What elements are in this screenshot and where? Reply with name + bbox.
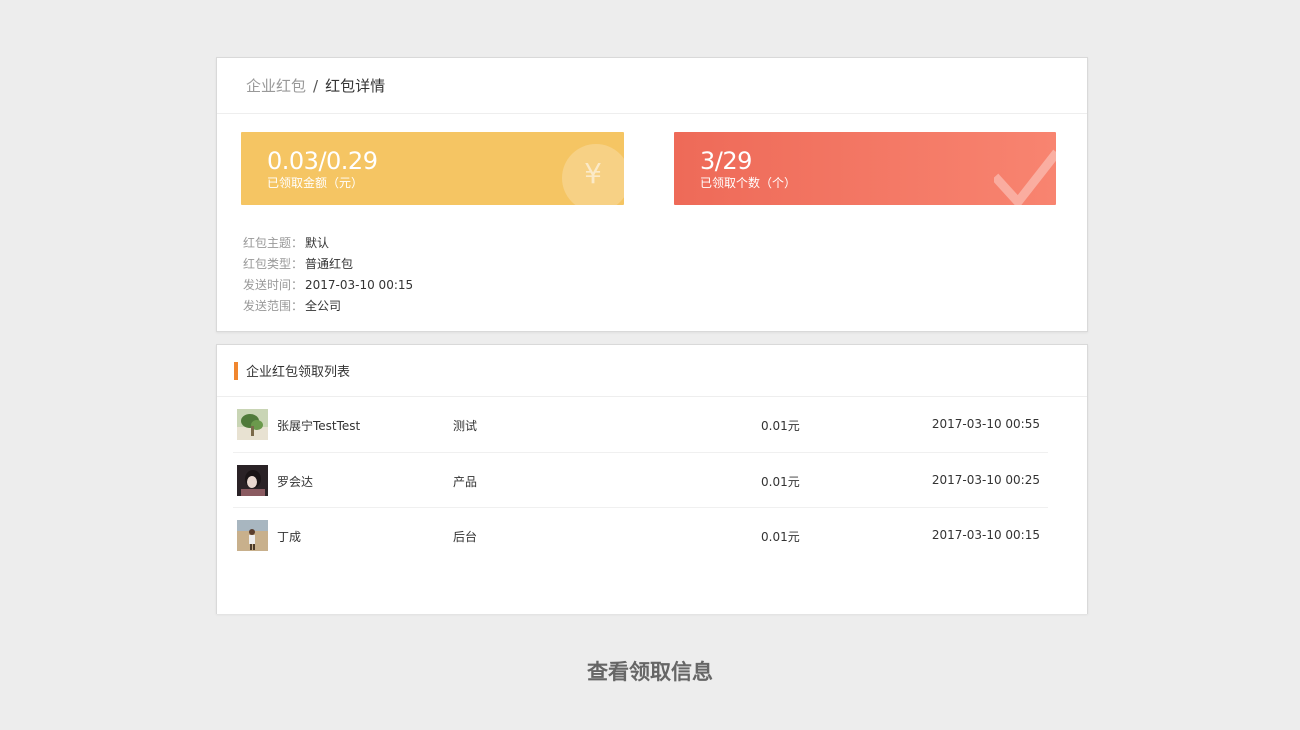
claimed-amount-value: 0.03/0.29 [267,147,378,175]
avatar [237,409,268,440]
avatar [237,464,268,496]
claimer-name: 张展宁TestTest [277,419,361,433]
info-key: 发送范围： [243,299,304,313]
claim-time: 2017-03-10 00:25 [931,472,1040,487]
yuan-coin-icon: ¥ [562,144,624,205]
info-row-type: 红包类型： 普通红包 [243,254,413,275]
claim-list: 张展宁TestTest 测试 0.01元 2017-03-10 00:55 罗会… [233,397,1048,564]
claimer-department: 产品 [453,474,478,489]
breadcrumb: 企业红包 / 红包详情 [217,58,1087,114]
info-key: 发送时间： [243,278,304,292]
claimer-name: 罗会达 [277,474,314,489]
table-row: 丁成 后台 0.01元 2017-03-10 00:15 [233,508,1048,564]
table-row: 罗会达 产品 0.01元 2017-03-10 00:25 [233,453,1048,508]
info-key: 红包主题： [243,236,304,250]
avatar [237,520,268,551]
info-value: 普通红包 [305,257,354,271]
claimed-amount-card: 0.03/0.29 已领取金额（元） ¥ [241,132,624,205]
red-packet-detail-panel: 企业红包 / 红包详情 0.03/0.29 已领取金额（元） ¥ 3/29 已领… [216,57,1088,332]
info-key: 红包类型： [243,257,304,271]
claimed-count-value: 3/29 [700,147,752,175]
claim-time: 2017-03-10 00:55 [931,417,1040,431]
claim-time: 2017-03-10 00:15 [931,528,1040,542]
info-value: 默认 [305,236,330,250]
breadcrumb-current: 红包详情 [325,77,386,95]
breadcrumb-root-link[interactable]: 企业红包 [246,75,306,96]
claimer-department: 测试 [453,419,478,433]
claimed-count-label: 已领取个数（个） [700,176,797,190]
claimed-count-card: 3/29 已领取个数（个） [674,132,1056,205]
claim-list-header: 企业红包领取列表 [217,345,1087,397]
info-row-theme: 红包主题： 默认 [243,233,413,254]
info-row-scope: 发送范围： 全公司 [243,296,413,317]
info-value: 2017-03-10 00:15 [305,278,414,292]
info-row-time: 发送时间： 2017-03-10 00:15 [243,275,413,296]
claimed-amount: 0.01元 [761,474,800,489]
accent-bar [234,361,238,380]
claimed-amount-label: 已领取金额（元） [267,176,364,190]
claim-list-panel: 企业红包领取列表 张展宁TestTest 测试 0.01元 2017-03-10… [216,344,1088,614]
claimed-amount: 0.01元 [761,419,800,433]
packet-info: 红包主题： 默认 红包类型： 普通红包 发送时间： 2017-03-10 00:… [243,233,413,317]
breadcrumb-separator: / [313,76,319,95]
page-caption: 查看领取信息 [587,660,713,684]
claim-list-title: 企业红包领取列表 [246,365,351,380]
info-value: 全公司 [305,299,342,313]
claimer-name: 丁成 [277,530,302,544]
check-icon [994,149,1056,205]
yuan-glyph: ¥ [584,156,602,190]
claimer-department: 后台 [453,530,478,544]
claimed-amount: 0.01元 [761,530,800,544]
table-row: 张展宁TestTest 测试 0.01元 2017-03-10 00:55 [233,397,1048,453]
